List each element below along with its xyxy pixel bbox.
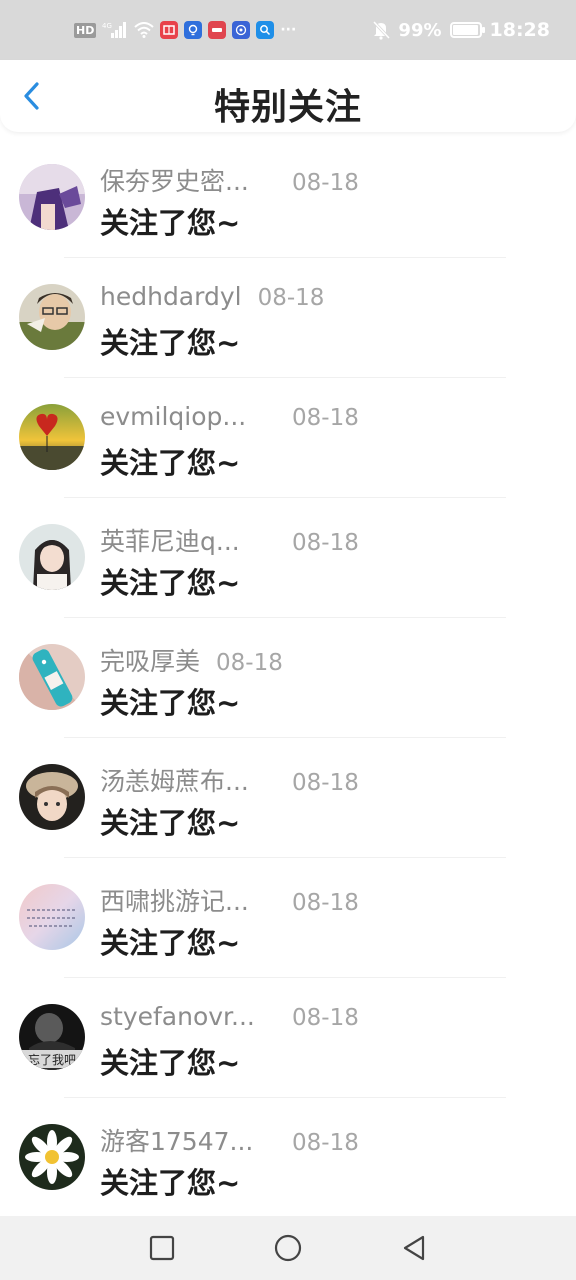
name-row: 西啸挑游记... 08-18 [100,882,359,918]
square-icon [149,1235,175,1261]
item-date: 08-18 [292,1130,359,1156]
name-row: 游客17547... 08-18 [100,1122,359,1158]
item-date: 08-18 [292,1005,359,1031]
more-notifications-indicator: ··· [280,22,297,38]
user-name: 英菲尼迪q... [100,527,240,556]
avatar[interactable] [19,164,85,230]
user-name: styefanovr... [100,1002,255,1031]
follow-message: 关注了您~ [100,1166,241,1200]
name-row: 完吸厚美 08-18 [100,642,283,678]
battery-icon [449,22,485,38]
user-name: evmilqiop... [100,402,247,431]
user-name: 汤恙姆蔗布... [100,767,249,796]
follow-message: 关注了您~ [100,446,241,480]
cellular-signal-icon: 4G [102,21,128,39]
follow-list: 保夯罗史密... 08-18 关注了您~ hedhdardyl 08-18 关注… [0,138,576,1218]
list-item[interactable]: 完吸厚美 08-18 关注了您~ [0,618,576,738]
avatar[interactable]: 忘了我吧 [19,1004,85,1070]
follow-message: 关注了您~ [100,686,241,720]
triangle-back-icon [403,1235,425,1261]
status-left: HD 4G ··· [74,21,296,39]
avatar[interactable] [19,644,85,710]
item-date: 08-18 [292,170,359,196]
item-date: 08-18 [257,285,325,311]
user-name: hedhdardyl [100,282,242,311]
search-app-icon [256,21,275,39]
list-item[interactable]: 汤恙姆蔗布... 08-18 关注了您~ [0,738,576,858]
follow-message: 关注了您~ [100,566,241,600]
music-app-icon [232,21,251,39]
status-right: 99% 18:28 [372,19,550,41]
list-item[interactable]: 英菲尼迪q... 08-18 关注了您~ [0,498,576,618]
home-button[interactable] [268,1228,308,1268]
circle-icon [274,1234,302,1262]
list-item[interactable]: 游客17547... 08-18 关注了您~ [0,1098,576,1218]
avatar[interactable] [19,404,85,470]
follow-message: 关注了您~ [100,326,241,360]
user-name: 游客17547... [100,1127,254,1156]
follow-message: 关注了您~ [100,806,241,840]
item-date: 08-18 [292,405,359,431]
item-date: 08-18 [216,650,283,676]
item-date: 08-18 [292,890,359,916]
follow-message: 关注了您~ [100,1046,241,1080]
hd-indicator: HD [74,22,97,38]
follow-message: 关注了您~ [100,926,241,960]
svg-text:4G: 4G [102,22,112,30]
page-title: 特别关注 [213,87,362,128]
lightbulb-app-icon [184,21,203,39]
name-row: evmilqiop... 08-18 [100,402,359,438]
avatar[interactable] [19,1124,85,1190]
red-app-icon [208,21,227,39]
clock: 18:28 [489,19,550,41]
user-name: 西啸挑游记... [100,887,249,916]
name-row: 英菲尼迪q... 08-18 [100,522,359,558]
list-item[interactable]: 西啸挑游记... 08-18 关注了您~ [0,858,576,978]
svg-text:忘了我吧: 忘了我吧 [28,1052,76,1067]
system-back-button[interactable] [394,1228,434,1268]
name-row: styefanovr... 08-18 [100,1002,359,1038]
item-date: 08-18 [292,770,359,796]
name-row: 保夯罗史密... 08-18 [100,162,359,198]
item-date: 08-18 [292,530,359,556]
user-name: 完吸厚美 [100,647,201,676]
list-item[interactable]: 保夯罗史密... 08-18 关注了您~ [0,138,576,258]
name-row: hedhdardyl 08-18 [100,282,324,318]
list-item[interactable]: hedhdardyl 08-18 关注了您~ [0,258,576,378]
avatar[interactable] [19,764,85,830]
mute-bell-icon [372,20,391,40]
list-item[interactable]: 忘了我吧 styefanovr... 08-18 关注了您~ [0,978,576,1098]
status-bar: HD 4G ··· 99% 18:28 [0,0,576,60]
system-navigation-bar [0,1216,576,1280]
avatar[interactable] [19,524,85,590]
recent-apps-button[interactable] [142,1228,182,1268]
avatar[interactable] [19,884,85,950]
wifi-icon [134,22,155,38]
follow-message: 关注了您~ [100,206,241,240]
name-row: 汤恙姆蔗布... 08-18 [100,762,359,798]
avatar[interactable] [19,284,85,350]
user-name: 保夯罗史密... [100,167,249,196]
page-header: 特别关注 [0,60,576,132]
battery-level-fill [452,25,479,35]
notes-app-icon [160,21,179,39]
list-item[interactable]: evmilqiop... 08-18 关注了您~ [0,378,576,498]
battery-percentage: 99% [398,19,442,41]
